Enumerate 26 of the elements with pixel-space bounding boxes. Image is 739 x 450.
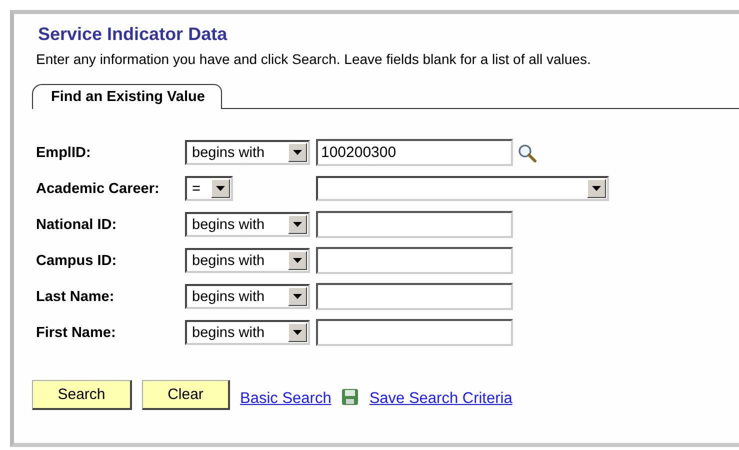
input-field[interactable] (316, 247, 513, 274)
input-field[interactable] (316, 211, 513, 238)
operator-dropdown[interactable]: begins with (185, 248, 310, 273)
input-field[interactable]: 100200300 (316, 139, 513, 166)
field-label: EmplID: (35, 144, 92, 160)
field-label: Academic Career: (35, 180, 160, 196)
instructions-text: Enter any information you have and click Search. Leave fields blank for a list of all values. (36, 51, 592, 67)
field-label: Last Name: (35, 288, 116, 304)
action-button[interactable]: Search (32, 380, 132, 410)
search-icon[interactable] (517, 142, 537, 162)
operator-dropdown[interactable]: begins with (185, 212, 310, 237)
operator-dropdown[interactable]: begins with (185, 320, 310, 345)
input-field[interactable] (316, 319, 513, 346)
input-field[interactable] (316, 283, 513, 310)
field-label: National ID: (35, 216, 118, 232)
action-button[interactable]: Clear (142, 380, 230, 410)
field-label: Campus ID: (35, 252, 118, 268)
link[interactable]: Save Search Criteria (369, 390, 512, 408)
tab[interactable]: Find an Existing Value (32, 84, 222, 109)
operator-dropdown[interactable]: = (185, 176, 233, 201)
field-label: First Name: (35, 324, 117, 340)
operator-dropdown[interactable]: begins with (185, 140, 310, 165)
link[interactable]: Basic Search (240, 390, 332, 408)
operator-dropdown[interactable]: begins with (185, 284, 310, 309)
value-dropdown[interactable] (316, 176, 609, 201)
page-title: Service Indicator Data (38, 24, 228, 45)
